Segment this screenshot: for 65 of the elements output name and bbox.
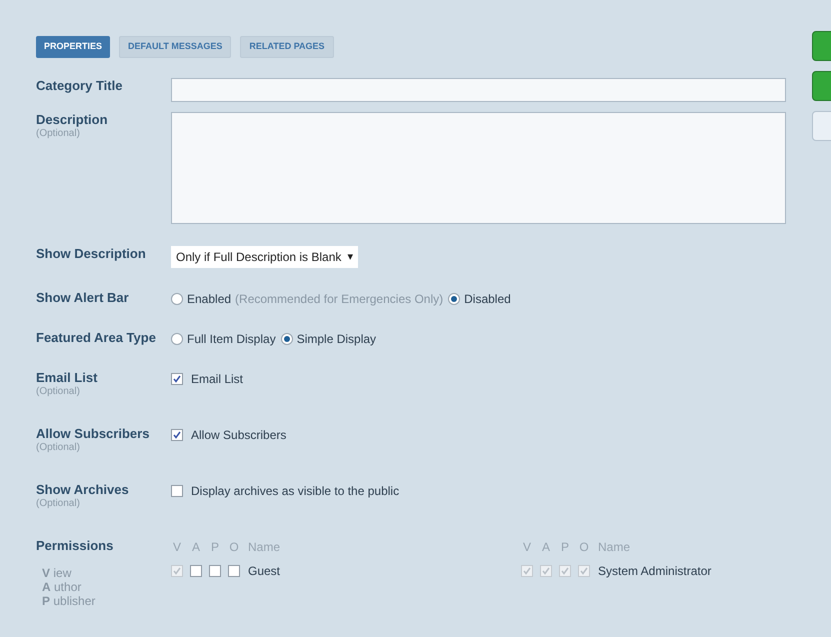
field-label: Permissions — [36, 538, 114, 554]
tab[interactable]: PROPERTIES — [36, 36, 110, 58]
checkbox-label: Display archives as visible to the public — [191, 483, 400, 500]
checkmark-icon — [561, 567, 569, 575]
select-field[interactable]: Only if Full Description is Blank ▾ — [171, 246, 358, 268]
legend-item: P ublisher — [41, 594, 96, 608]
option-label: Enabled — [187, 291, 232, 308]
option-hint: (Recommended for Emergencies Only) — [235, 291, 444, 308]
field-label: Description — [36, 112, 109, 128]
field-label: Category Title — [36, 78, 124, 94]
optional-note: (Optional) — [36, 128, 81, 140]
field-label: Email List — [36, 370, 98, 386]
field-label: Show Description — [36, 246, 147, 262]
column-header: A — [540, 539, 551, 556]
checkbox[interactable] — [171, 429, 183, 441]
checkmark-icon — [523, 567, 531, 575]
column-header: O — [578, 539, 590, 556]
column-header: O — [228, 539, 240, 556]
checkbox[interactable] — [209, 565, 221, 577]
column-header: A — [190, 539, 201, 556]
column-header: V — [172, 539, 182, 556]
caret-icon: ▾ — [347, 248, 354, 266]
checkmark-icon — [173, 567, 181, 575]
tab[interactable]: DEFAULT MESSAGES — [119, 36, 232, 58]
checkbox[interactable] — [171, 373, 183, 385]
checkmark-icon — [580, 567, 588, 575]
checkbox[interactable] — [578, 565, 590, 577]
column-header: P — [560, 539, 570, 556]
option-label: Simple Display — [296, 331, 376, 348]
field-label: Featured Area Type — [36, 330, 156, 346]
radio-button[interactable] — [280, 333, 293, 345]
optional-note: (Optional) — [36, 498, 81, 510]
option-label: Disabled — [464, 291, 511, 308]
radio-button[interactable] — [448, 293, 460, 305]
option-label: Full Item Display — [187, 331, 276, 348]
checkbox[interactable] — [540, 565, 552, 577]
legend-item: A uthor — [41, 580, 82, 594]
field-label: Show Archives — [36, 482, 130, 498]
description-field[interactable] — [171, 112, 786, 224]
checkbox[interactable] — [521, 565, 533, 577]
text-field[interactable] — [171, 78, 786, 102]
optional-note: (Optional) — [36, 442, 81, 454]
column-header: P — [210, 539, 220, 556]
optional-note: (Optional) — [36, 386, 81, 398]
checkbox[interactable] — [228, 565, 240, 577]
checkbox[interactable] — [559, 565, 571, 577]
radio-button[interactable] — [171, 333, 183, 345]
permission-name: Guest — [247, 563, 280, 580]
column-header: Name — [597, 539, 630, 556]
checkbox-label: Allow Subscribers — [191, 427, 286, 444]
checkbox-label: Email List — [191, 371, 244, 388]
field-label: Show Alert Bar — [36, 290, 130, 306]
checkmark-icon — [173, 375, 181, 383]
checkmark-icon — [542, 567, 550, 575]
legend-item: V iew — [41, 566, 72, 580]
column-header: Name — [247, 539, 280, 556]
checkbox[interactable] — [171, 485, 183, 497]
field-label: Allow Subscribers — [36, 426, 150, 442]
tab[interactable]: RELATED PAGES — [240, 36, 334, 58]
radio-button[interactable] — [171, 293, 183, 305]
permission-name: System Administrator — [597, 563, 712, 580]
checkbox[interactable] — [190, 565, 202, 577]
column-header: V — [522, 539, 532, 556]
checkbox[interactable] — [171, 565, 183, 577]
checkmark-icon — [173, 431, 181, 439]
